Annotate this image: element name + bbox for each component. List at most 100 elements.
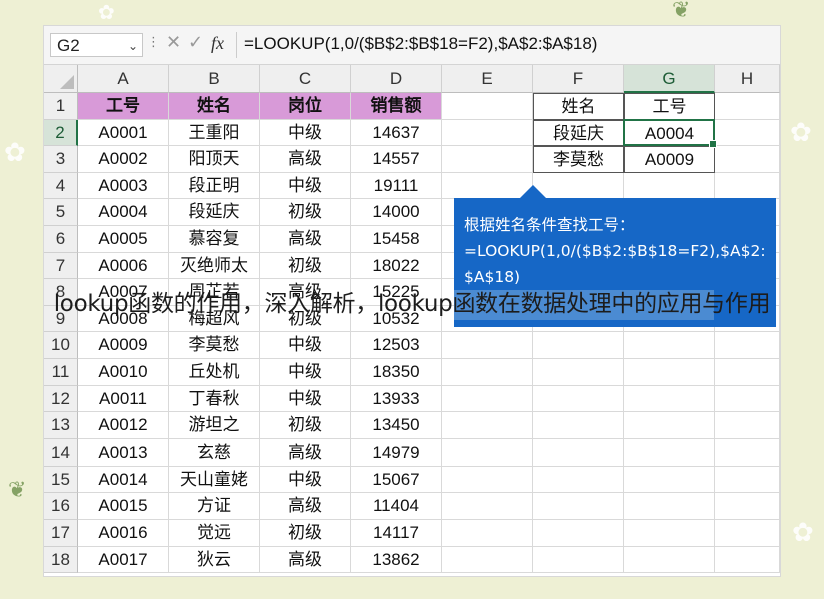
row-header-18[interactable]: 18 [44, 546, 78, 574]
cell[interactable] [533, 438, 624, 467]
cell[interactable] [715, 146, 780, 173]
table-cell[interactable]: 觉远 [169, 520, 260, 547]
cell[interactable] [533, 412, 624, 439]
name-box[interactable]: G2 ⌄ [50, 33, 143, 57]
cell[interactable] [442, 412, 533, 439]
cell[interactable] [715, 546, 780, 574]
cell[interactable] [715, 412, 780, 439]
lookup-header-cell[interactable]: 姓名 [533, 93, 624, 120]
table-cell[interactable]: 中级 [260, 172, 351, 200]
cell[interactable] [533, 546, 624, 574]
header-cell[interactable]: 岗位 [260, 93, 351, 120]
cell[interactable] [533, 332, 624, 359]
lookup-cell[interactable]: 段延庆 [533, 119, 624, 147]
more-options-icon[interactable]: ⋮ [147, 35, 160, 50]
table-cell[interactable]: A0009 [78, 332, 169, 359]
cell[interactable] [624, 412, 715, 439]
table-cell[interactable]: 13933 [351, 385, 442, 413]
cell[interactable] [624, 332, 715, 359]
column-header-b[interactable]: B [169, 65, 260, 93]
table-cell[interactable]: 高级 [260, 226, 351, 253]
table-cell[interactable]: 14637 [351, 119, 442, 147]
table-cell[interactable]: 中级 [260, 385, 351, 413]
table-cell[interactable]: 初级 [260, 520, 351, 547]
cell[interactable] [624, 466, 715, 494]
cell[interactable] [442, 146, 533, 173]
cell[interactable] [715, 466, 780, 494]
cell[interactable] [715, 119, 780, 147]
table-cell[interactable]: A0003 [78, 172, 169, 200]
cell[interactable] [624, 438, 715, 467]
row-header-3[interactable]: 3 [44, 146, 78, 173]
cell[interactable] [533, 520, 624, 547]
header-cell[interactable]: 销售额 [351, 93, 442, 120]
table-cell[interactable]: A0013 [78, 438, 169, 467]
cell[interactable] [442, 93, 533, 120]
table-cell[interactable]: 初级 [260, 412, 351, 439]
table-cell[interactable]: 15067 [351, 466, 442, 494]
table-cell[interactable]: 13862 [351, 546, 442, 574]
table-cell[interactable]: 中级 [260, 359, 351, 386]
cell[interactable] [715, 493, 780, 520]
row-header-17[interactable]: 17 [44, 520, 78, 547]
cell[interactable] [442, 546, 533, 574]
table-cell[interactable]: 15458 [351, 226, 442, 253]
cell[interactable] [442, 332, 533, 359]
cell[interactable] [533, 385, 624, 413]
cancel-icon[interactable]: ✕ [166, 32, 181, 53]
header-cell[interactable]: 工号 [78, 93, 169, 120]
table-cell[interactable]: 李莫愁 [169, 332, 260, 359]
table-cell[interactable]: 13450 [351, 412, 442, 439]
select-all-corner[interactable] [44, 65, 78, 93]
cell[interactable] [624, 520, 715, 547]
table-cell[interactable]: 11404 [351, 493, 442, 520]
formula-input[interactable]: =LOOKUP(1,0/($B$2:$B$18=F2),$A$2:$A$18) [244, 34, 597, 54]
table-cell[interactable]: 天山童姥 [169, 466, 260, 494]
cell[interactable] [442, 466, 533, 494]
table-cell[interactable]: 玄慈 [169, 438, 260, 467]
table-cell[interactable]: A0006 [78, 252, 169, 280]
table-cell[interactable]: 12503 [351, 332, 442, 359]
cell[interactable] [624, 546, 715, 574]
cell[interactable] [442, 385, 533, 413]
table-cell[interactable]: 中级 [260, 332, 351, 359]
table-cell[interactable]: 丁春秋 [169, 385, 260, 413]
cell[interactable] [715, 520, 780, 547]
cell[interactable] [533, 466, 624, 494]
row-header-7[interactable]: 7 [44, 252, 78, 280]
table-cell[interactable]: 高级 [260, 493, 351, 520]
row-header-14[interactable]: 14 [44, 438, 78, 467]
row-header-12[interactable]: 12 [44, 385, 78, 413]
cell[interactable] [624, 385, 715, 413]
table-cell[interactable]: A0012 [78, 412, 169, 439]
table-cell[interactable]: A0015 [78, 493, 169, 520]
cell[interactable] [624, 493, 715, 520]
table-cell[interactable]: A0001 [78, 119, 169, 147]
table-cell[interactable]: 方证 [169, 493, 260, 520]
column-header-g[interactable]: G [624, 65, 715, 93]
cell[interactable] [533, 359, 624, 386]
table-cell[interactable]: 14557 [351, 146, 442, 173]
column-header-e[interactable]: E [442, 65, 533, 93]
table-cell[interactable]: A0002 [78, 146, 169, 173]
confirm-icon[interactable]: ✓ [188, 32, 203, 53]
cell[interactable] [442, 119, 533, 147]
row-header-11[interactable]: 11 [44, 359, 78, 386]
row-header-2[interactable]: 2 [44, 119, 78, 147]
table-cell[interactable]: A0016 [78, 520, 169, 547]
lookup-header-cell[interactable]: 工号 [624, 93, 715, 120]
table-cell[interactable]: 游坦之 [169, 412, 260, 439]
table-cell[interactable]: 中级 [260, 119, 351, 147]
row-header-5[interactable]: 5 [44, 199, 78, 226]
header-cell[interactable]: 姓名 [169, 93, 260, 120]
table-cell[interactable]: A0011 [78, 385, 169, 413]
cell[interactable] [715, 359, 780, 386]
table-cell[interactable]: 高级 [260, 146, 351, 173]
row-header-10[interactable]: 10 [44, 332, 78, 359]
table-cell[interactable]: 阳顶天 [169, 146, 260, 173]
cell[interactable] [715, 93, 780, 120]
chevron-down-icon[interactable]: ⌄ [128, 34, 138, 58]
lookup-cell[interactable]: A0009 [624, 146, 715, 173]
table-cell[interactable]: 中级 [260, 466, 351, 494]
cell[interactable] [715, 172, 780, 200]
